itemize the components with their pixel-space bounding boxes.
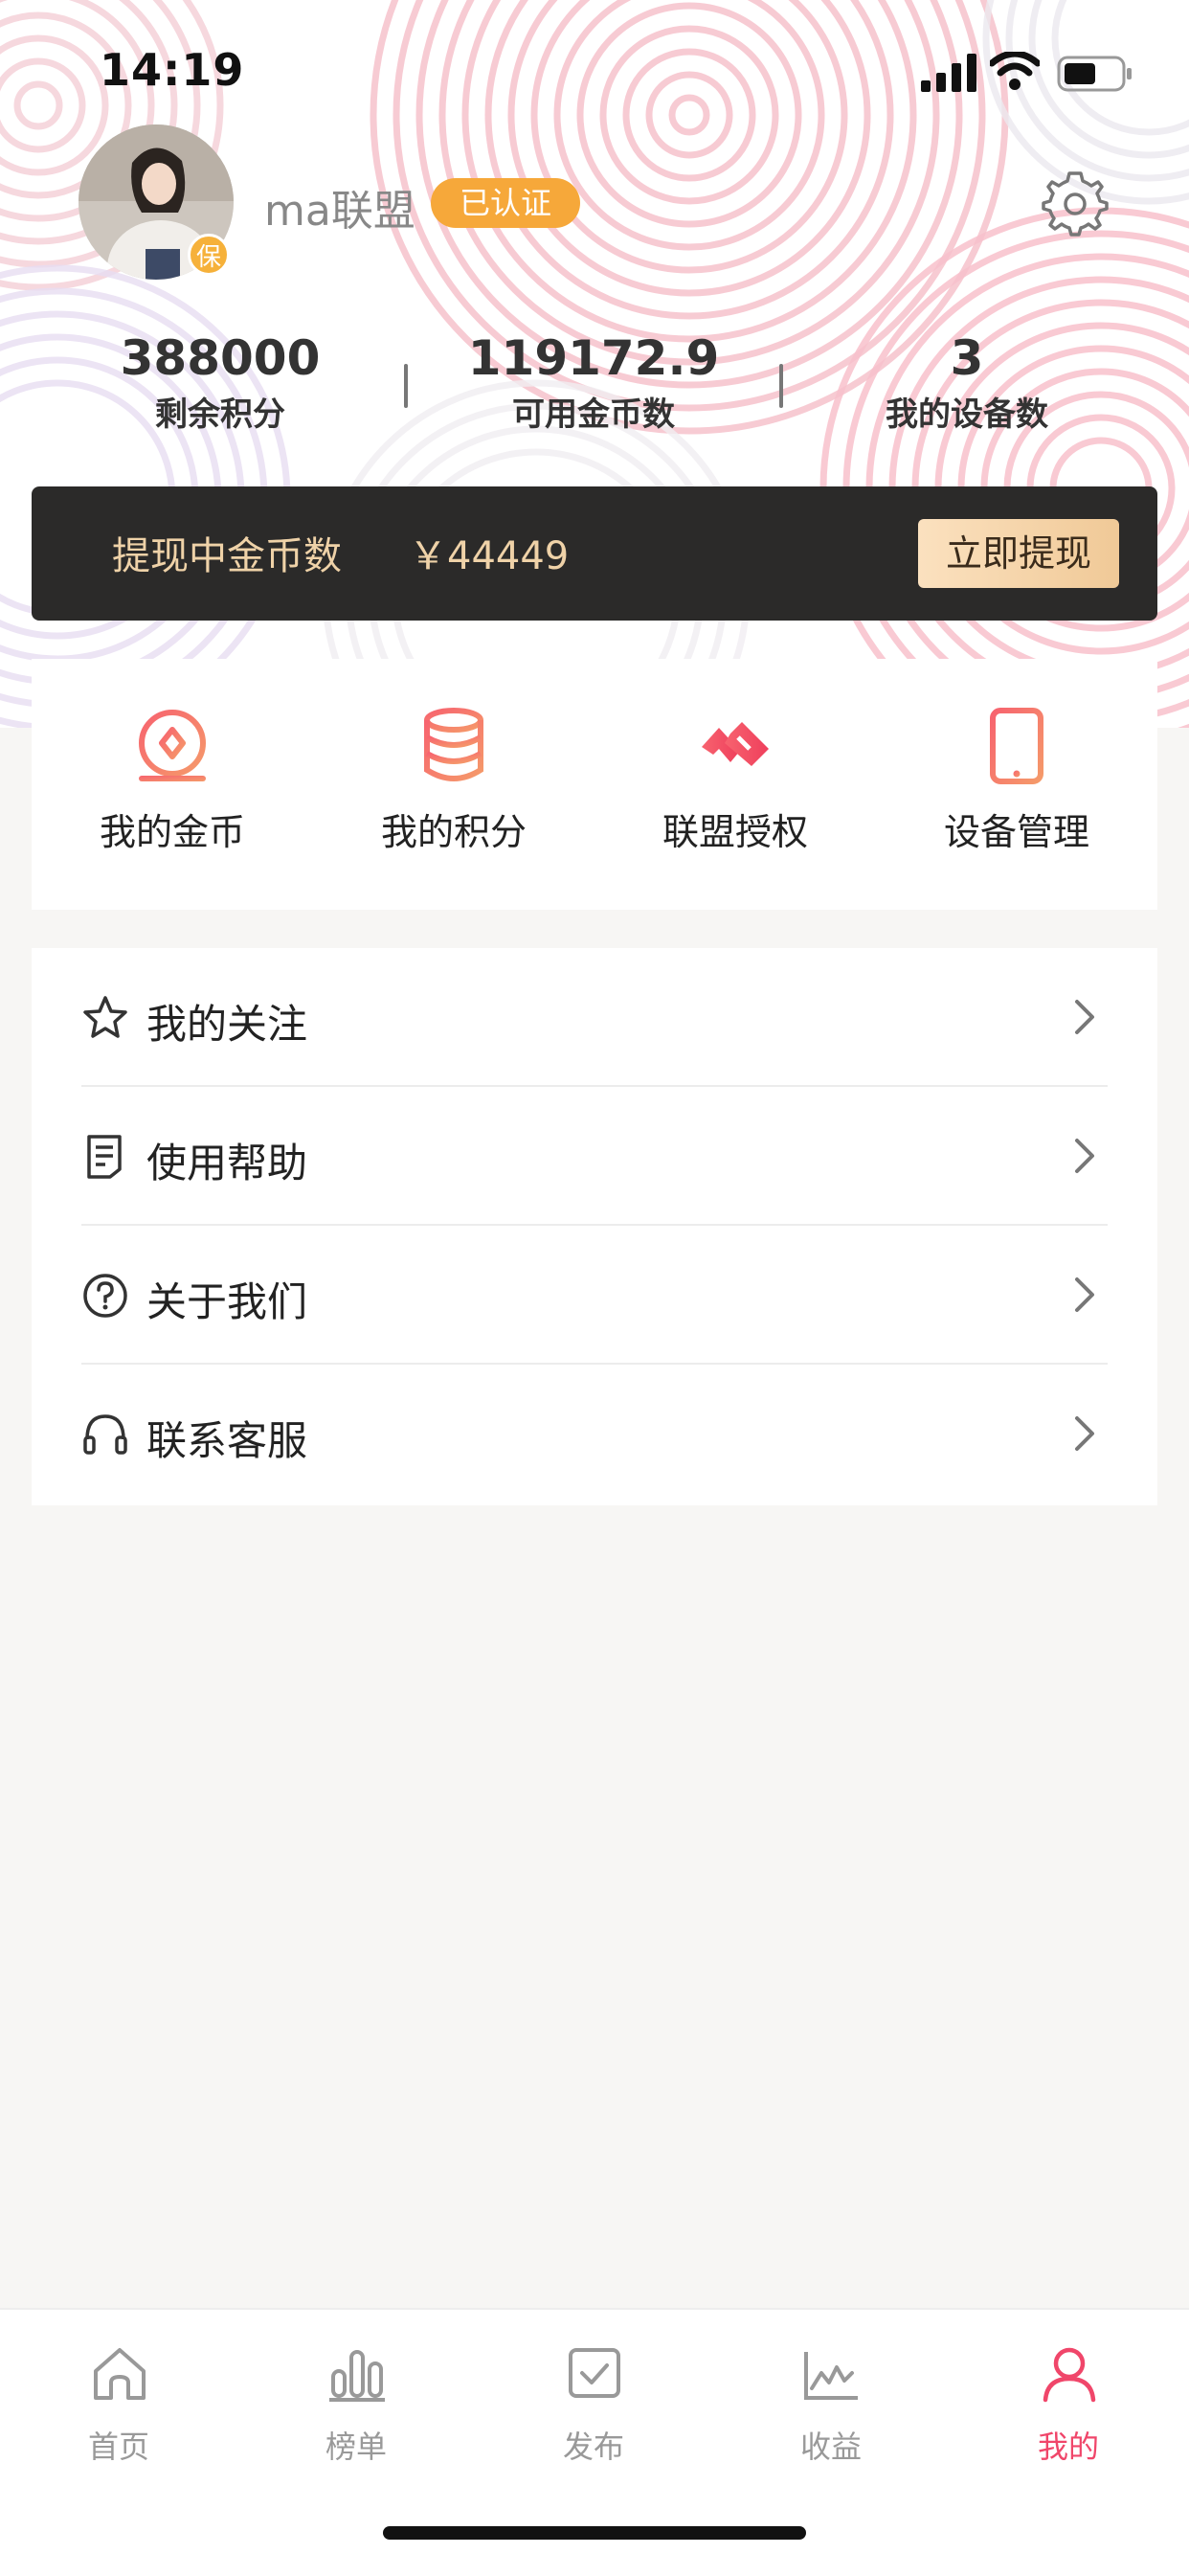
quick-actions-grid: 我的金币 我的积分 联盟授权 设备管理 — [32, 659, 1157, 910]
quick-action-label: 我的金币 — [99, 811, 245, 853]
verified-badge: 已认证 — [431, 178, 581, 228]
username: ma联盟 — [264, 187, 415, 236]
star-icon — [83, 996, 127, 1038]
points-stack-icon — [424, 708, 483, 781]
chevron-right-icon — [1075, 1277, 1094, 1312]
menu-item-help[interactable]: 使用帮助 — [32, 1087, 1157, 1226]
coin-icon — [139, 710, 206, 781]
quick-action-alliance-auth[interactable]: 联盟授权 — [594, 659, 876, 910]
stat-label: 剩余积分 — [155, 395, 285, 434]
tab-ranking[interactable]: 榜单 — [237, 2310, 475, 2501]
tab-label: 发布 — [562, 2429, 624, 2465]
signal-icon — [921, 54, 976, 92]
quick-action-my-points[interactable]: 我的积分 — [313, 659, 594, 910]
status-bar: 14:19 — [0, 0, 1189, 144]
quick-action-label: 联盟授权 — [662, 811, 808, 853]
tab-profile[interactable]: 我的 — [950, 2310, 1187, 2501]
stat-available-coins[interactable]: 119172.9 可用金币数 — [440, 326, 747, 439]
publish-icon — [569, 2348, 620, 2398]
menu-item-label: 使用帮助 — [146, 1140, 308, 1186]
quick-action-my-coins[interactable]: 我的金币 — [32, 659, 313, 910]
quick-action-label: 设备管理 — [943, 811, 1089, 853]
tab-label: 收益 — [799, 2429, 862, 2465]
battery-icon — [1057, 56, 1132, 92]
menu-list: 我的关注 使用帮助 关于我们 联系客服 — [32, 948, 1157, 1505]
stat-value: 119172.9 — [467, 330, 720, 386]
menu-item-label: 我的关注 — [146, 1001, 308, 1048]
alliance-icon — [702, 722, 769, 766]
home-icon — [94, 2348, 146, 2400]
tab-publish[interactable]: 发布 — [475, 2310, 712, 2501]
document-icon — [87, 1135, 122, 1179]
menu-item-about-us[interactable]: 关于我们 — [32, 1226, 1157, 1365]
withdraw-amount: ￥44449 — [409, 534, 570, 578]
tab-home[interactable]: 首页 — [0, 2310, 237, 2501]
status-time: 14:19 — [100, 44, 245, 96]
menu-item-label: 联系客服 — [146, 1417, 308, 1464]
avatar-insurance-badge: 保 — [188, 234, 230, 276]
menu-item-label: 关于我们 — [146, 1278, 308, 1325]
tab-label: 榜单 — [325, 2429, 387, 2465]
stat-label: 我的设备数 — [886, 395, 1048, 434]
profile-icon — [1043, 2347, 1096, 2403]
menu-item-contact-support[interactable]: 联系客服 — [32, 1365, 1157, 1503]
stat-value: 3 — [950, 330, 984, 386]
home-indicator[interactable] — [383, 2526, 806, 2540]
menu-item-my-follows[interactable]: 我的关注 — [32, 948, 1157, 1087]
tab-earnings[interactable]: 收益 — [712, 2310, 950, 2501]
chevron-right-icon — [1075, 1139, 1094, 1173]
withdraw-label: 提现中金币数 — [112, 534, 342, 578]
settings-gear-icon[interactable] — [1042, 170, 1109, 237]
withdraw-now-button[interactable]: 立即提现 — [918, 519, 1119, 588]
stat-device-count[interactable]: 3 我的设备数 — [814, 326, 1120, 439]
earnings-icon — [804, 2352, 858, 2400]
question-icon — [83, 1274, 127, 1318]
stats-row: 388000 剩余积分 119172.9 可用金币数 3 我的设备数 — [0, 326, 1189, 450]
headset-icon — [83, 1414, 127, 1455]
quick-action-label: 我的积分 — [380, 811, 527, 853]
withdraw-banner: 提现中金币数 ￥44449 立即提现 — [32, 486, 1157, 621]
tab-label: 我的 — [1037, 2429, 1099, 2465]
ranking-icon — [329, 2350, 385, 2402]
wifi-icon — [990, 52, 1040, 90]
chevron-right-icon — [1075, 1416, 1094, 1451]
stat-divider — [779, 364, 783, 408]
tab-label: 首页 — [87, 2429, 149, 2465]
quick-action-device-management[interactable]: 设备管理 — [876, 659, 1157, 910]
stat-divider — [404, 364, 408, 408]
phone-icon — [990, 708, 1043, 784]
chevron-right-icon — [1075, 1000, 1094, 1034]
stat-label: 可用金币数 — [512, 395, 675, 434]
stat-value: 388000 — [120, 330, 321, 386]
stat-remaining-points[interactable]: 388000 剩余积分 — [67, 326, 373, 439]
